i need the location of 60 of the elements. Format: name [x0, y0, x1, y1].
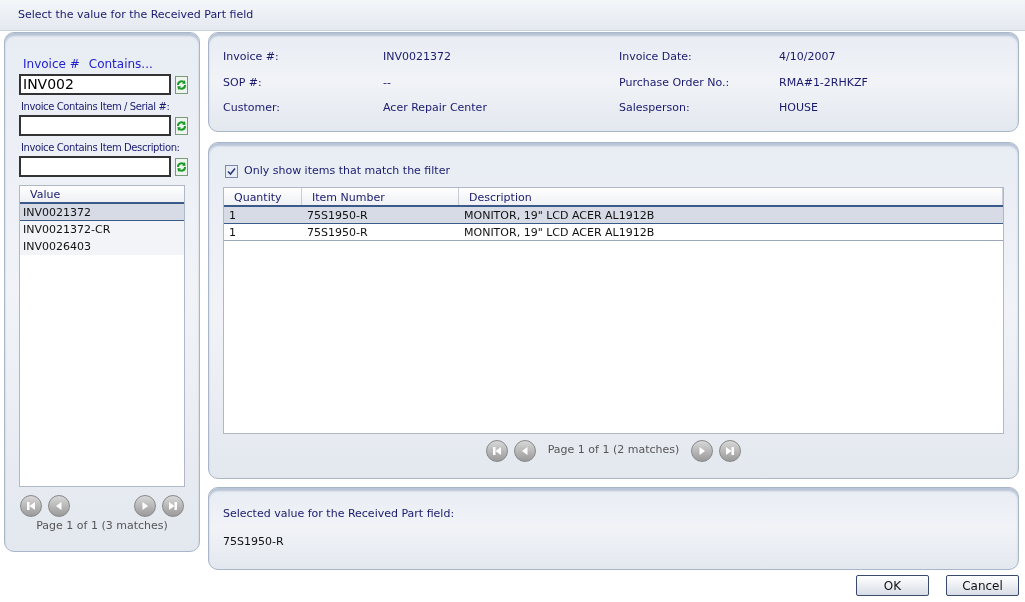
table-cell-text: 1: [228, 207, 237, 223]
column-header[interactable]: Description: [459, 187, 1003, 205]
next-page-button[interactable]: [134, 495, 156, 517]
next-icon: [142, 502, 148, 510]
previous-icon: [56, 502, 62, 510]
field-value: HOUSE: [779, 100, 819, 116]
list-row[interactable]: INV0021372-CR: [20, 221, 184, 238]
next-icon: [699, 446, 706, 455]
pager-text: Page 1 of 1 (3 matches): [35, 518, 169, 534]
skip-to-first-icon: [492, 446, 501, 455]
field-value: RMA#1-2RHKZF: [779, 74, 869, 91]
pager-text: Page 1 of 1 (2 matches): [547, 442, 680, 459]
skip-to-first-icon: [27, 502, 35, 510]
table-cell-text: 1: [228, 224, 237, 240]
field-label: Customer:: [223, 100, 281, 116]
field-value: INV0021372: [383, 49, 452, 65]
field-label: Purchase Order No.:: [619, 74, 731, 91]
refresh-icon[interactable]: [175, 157, 188, 176]
search-field[interactable]: [19, 115, 171, 136]
previous-page-button[interactable]: [513, 439, 536, 462]
field-label: Invoice Contains Item / Serial #:: [21, 100, 170, 114]
checkbox[interactable]: [225, 164, 238, 178]
field-label: Selected value for the Received Part field:: [223, 506, 456, 522]
next-page-button[interactable]: [691, 439, 714, 462]
operator-label[interactable]: Contains...: [88, 55, 153, 73]
table-cell-text: 75S1950-R: [306, 207, 369, 223]
dialog-button[interactable]: Cancel: [946, 575, 1019, 596]
list-row[interactable]: INV0021372: [20, 204, 184, 221]
column-header[interactable]: Quantity: [224, 187, 302, 205]
skip-to-last-icon: [169, 502, 177, 510]
previous-icon: [521, 446, 528, 455]
search-field[interactable]: [19, 156, 171, 177]
last-page-button[interactable]: [719, 439, 742, 462]
field-value: Acer Repair Center: [383, 100, 488, 116]
first-page-button[interactable]: [20, 495, 42, 517]
field-label: Invoice #:: [223, 49, 280, 65]
column-header[interactable]: Value: [20, 186, 184, 204]
column-header[interactable]: Item Number: [302, 187, 459, 205]
field-label: SOP #:: [223, 74, 263, 91]
field-label: Invoice Date:: [619, 49, 693, 65]
skip-to-last-icon: [726, 446, 735, 455]
list-row[interactable]: INV0026403: [20, 238, 184, 255]
first-page-button[interactable]: [485, 439, 508, 462]
table-cell-text: 75S1950-R: [306, 224, 369, 240]
field-label[interactable]: Invoice #: [23, 55, 80, 73]
field-value: 75S1950-R: [223, 533, 285, 550]
search-field[interactable]: INV002: [19, 74, 171, 95]
previous-page-button[interactable]: [48, 495, 70, 517]
field-value: 4/10/2007: [779, 49, 837, 65]
checkbox-label[interactable]: Only show items that match the filter: [244, 163, 450, 180]
refresh-icon[interactable]: [175, 116, 188, 135]
last-page-button[interactable]: [162, 495, 184, 517]
field-label: Salesperson:: [619, 100, 691, 116]
table-cell-text: MONITOR, 19" LCD ACER AL1912B: [463, 207, 656, 223]
field-label: Invoice Contains Item Description:: [21, 141, 180, 155]
window-title: Select the value for the Received Part field: [18, 6, 254, 23]
table-cell-text: MONITOR, 19" LCD ACER AL1912B: [463, 224, 656, 240]
dialog-button[interactable]: OK: [856, 575, 929, 596]
refresh-icon[interactable]: [175, 75, 188, 94]
field-value: --: [383, 74, 392, 91]
